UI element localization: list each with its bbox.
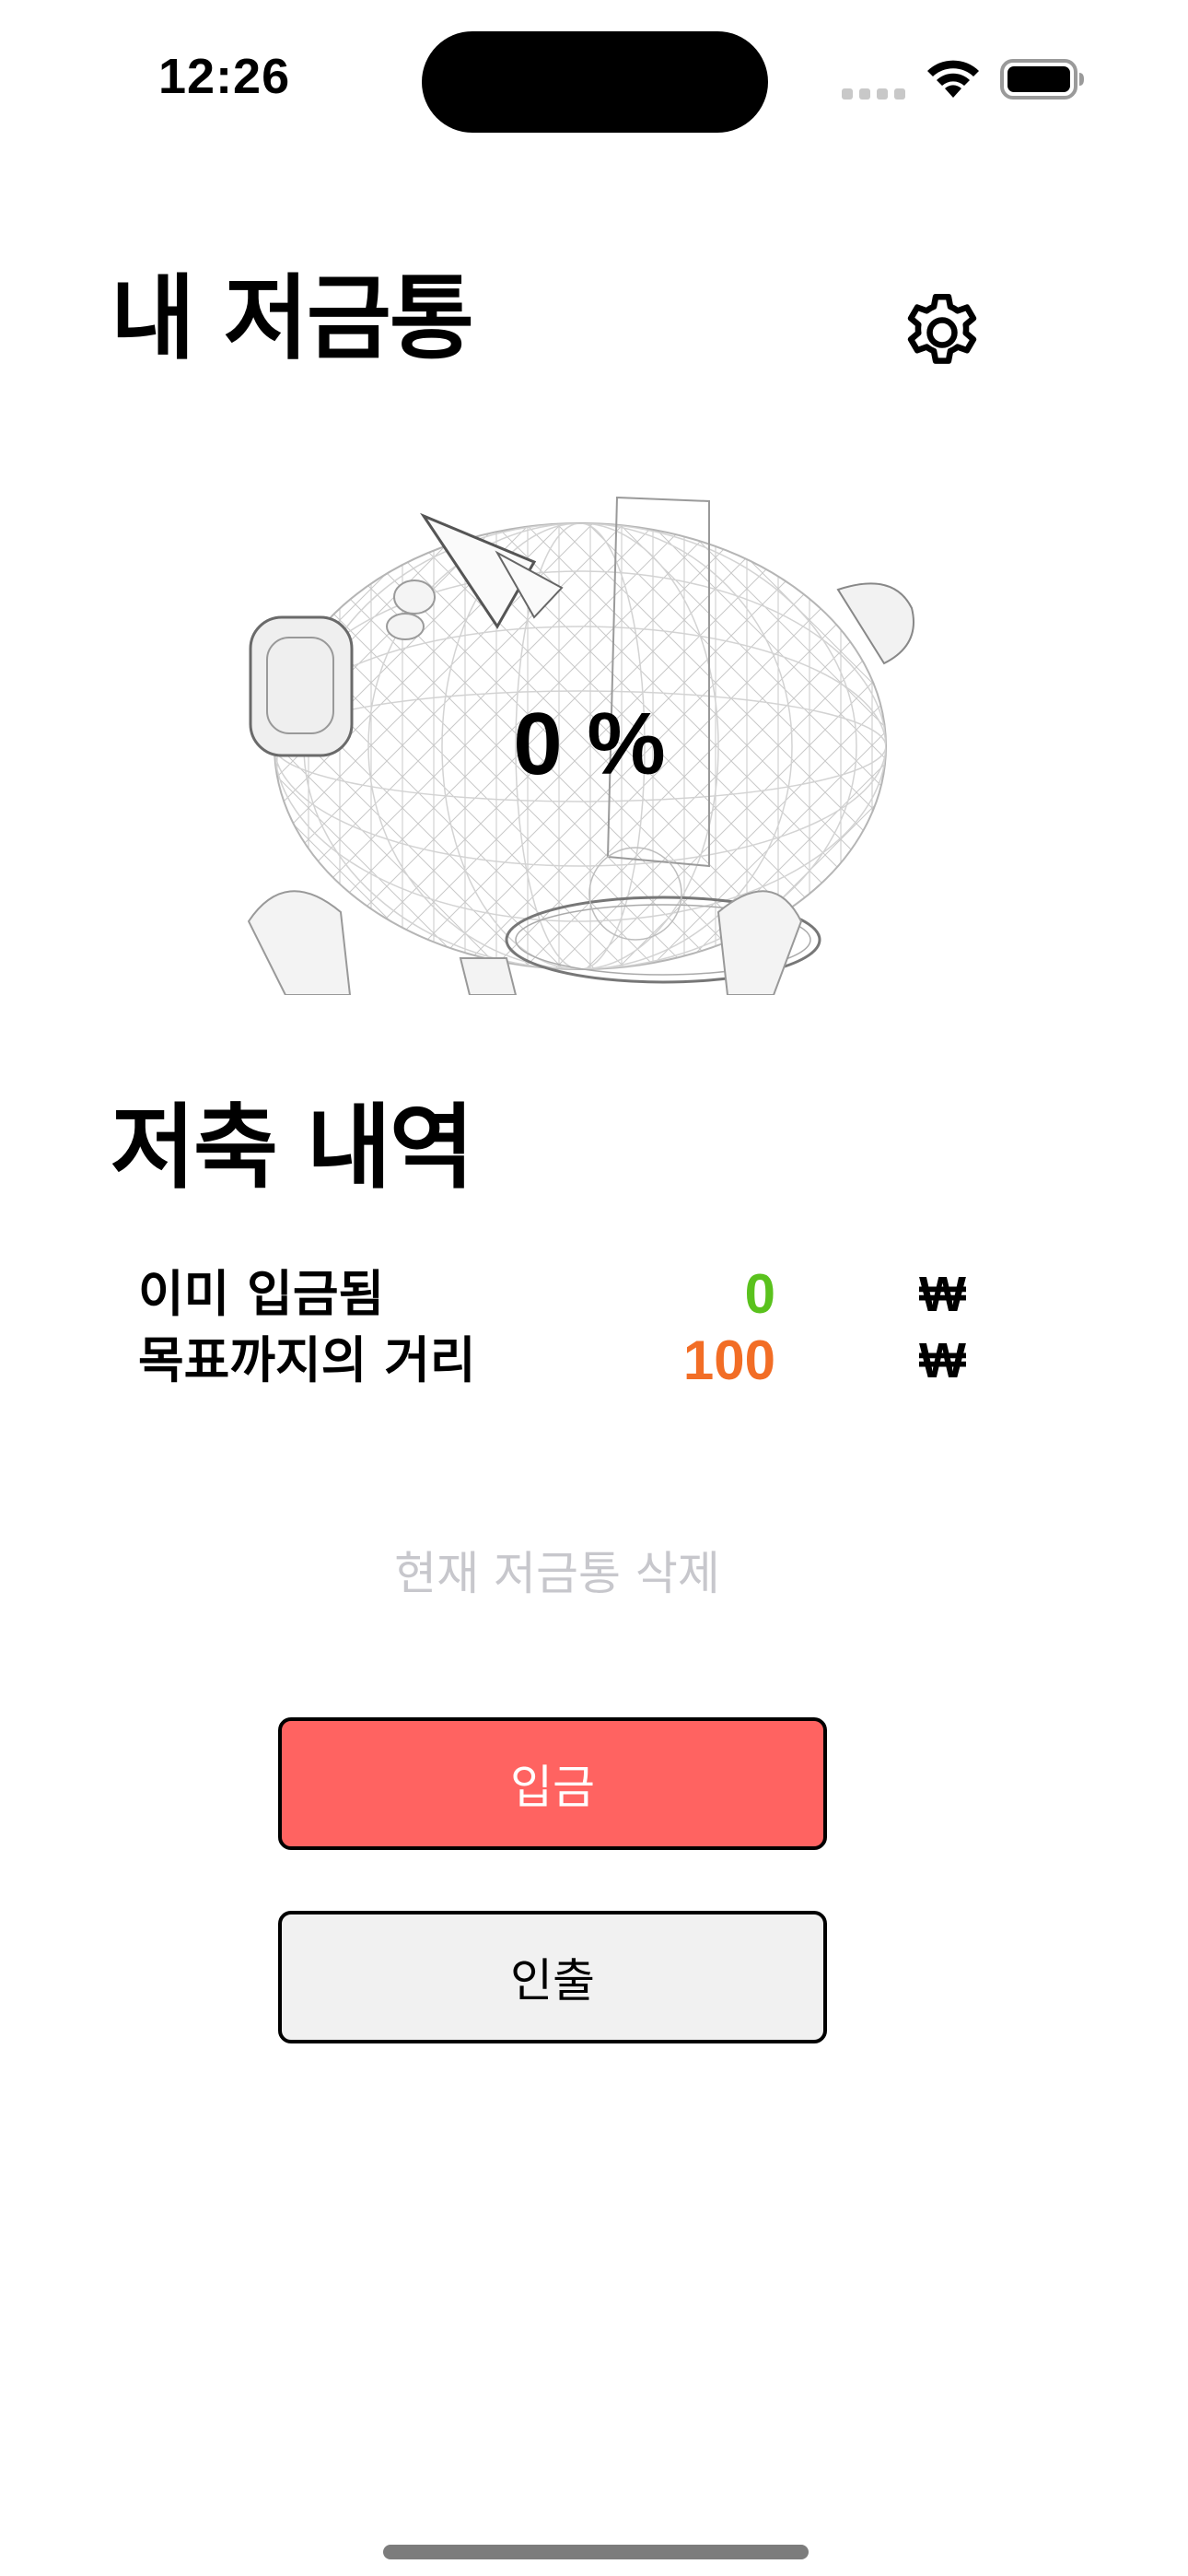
home-indicator[interactable] (383, 2545, 809, 2559)
dynamic-island (422, 31, 768, 133)
deposited-amount: 0 (744, 1263, 775, 1325)
remaining-label: 목표까지의 거리 (138, 1331, 476, 1389)
savings-history-title: 저축 내역 (111, 1094, 474, 1201)
deposit-button[interactable]: 입금 (278, 1717, 827, 1850)
cellular-signal-icon (842, 88, 905, 100)
won-currency-symbol: ₩ (919, 1333, 966, 1388)
battery-icon (1000, 59, 1084, 100)
page-title: 내 저금통 (111, 264, 474, 372)
withdraw-button[interactable]: 인출 (278, 1911, 827, 2043)
gear-icon[interactable] (897, 287, 987, 378)
deposited-row: 이미 입금됨 0 ₩ (138, 1262, 985, 1327)
remaining-row: 목표까지의 거리 100 ₩ (138, 1329, 985, 1393)
won-currency-symbol: ₩ (919, 1267, 966, 1322)
savings-progress-percent: 0 % (513, 695, 666, 793)
remaining-amount: 100 (682, 1329, 775, 1391)
delete-piggy-bank-link[interactable]: 현재 저금통 삭제 (0, 1537, 1114, 1603)
wifi-icon (927, 60, 979, 98)
status-time: 12:26 (158, 49, 291, 104)
deposited-label: 이미 입금됨 (138, 1265, 385, 1323)
